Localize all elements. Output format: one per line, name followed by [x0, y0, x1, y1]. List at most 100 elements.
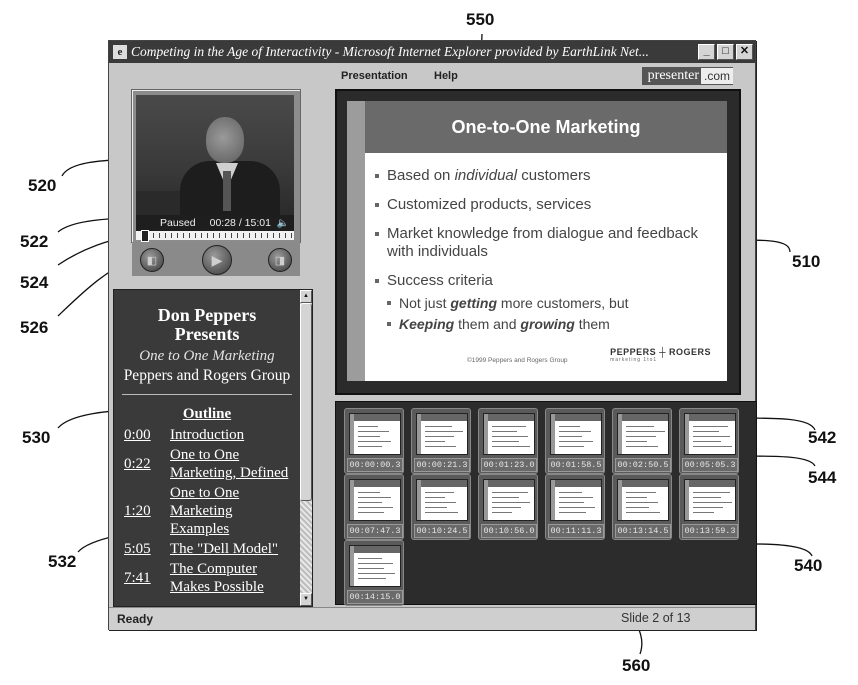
thumbnail-text-line — [559, 441, 593, 442]
thumbnail-text-line — [492, 426, 526, 427]
reference-numeral-530: 530 — [22, 428, 51, 447]
thumbnail-sidebar — [685, 414, 689, 454]
thumbnail-timecode: 00:11:11.3 — [548, 524, 604, 538]
outline-item-time[interactable]: 0:22 — [114, 455, 168, 473]
thumbnail-image — [550, 413, 602, 455]
thumbnail-image — [349, 545, 401, 587]
slide-thumbnail[interactable]: 00:05:05.3 — [679, 408, 739, 474]
ie-icon: e — [113, 45, 127, 59]
slide-thumbnail[interactable]: 00:02:50.5 — [612, 408, 672, 474]
slide-sub-bullet: Not just getting more customers, but — [375, 294, 715, 312]
thumbnail-image — [684, 479, 736, 521]
outline-item-title[interactable]: Introduction — [168, 426, 300, 444]
divider — [122, 394, 292, 395]
thumbnail-text-line — [626, 512, 660, 513]
reference-numeral-522: 522 — [20, 232, 49, 251]
previous-slide-button[interactable]: ◧ — [140, 248, 164, 272]
previous-icon: ◧ — [146, 254, 158, 267]
menu-presentation[interactable]: Presentation — [341, 70, 408, 82]
title-bar[interactable]: e Competing in the Age of Interactivity … — [109, 41, 755, 63]
slide-thumbnail[interactable]: 00:13:59.3 — [679, 474, 739, 540]
slide-thumbnails-panel: 00:00:00.3 00:00:21.3 00:01:23.0 00:01:58.5… — [335, 401, 757, 606]
thumbnail-text-line — [626, 507, 649, 508]
thumbnail-text-line — [559, 431, 591, 432]
playback-time: 00:28 / 15:01 — [209, 217, 271, 229]
thumbnail-header — [350, 480, 400, 487]
thumbnail-text-line — [559, 512, 586, 513]
thumbnail-text-line — [626, 426, 654, 427]
outline-scrollbar[interactable]: ▲ ▼ — [300, 290, 312, 606]
slide-thumbnail[interactable]: 00:14:15.0 — [344, 540, 404, 606]
slide-thumbnail[interactable]: 00:07:47.3 — [344, 474, 404, 540]
outline-item-title[interactable]: One to One Marketing Examples — [168, 484, 300, 538]
thumbnail-image — [349, 413, 401, 455]
outline-item-time[interactable]: 5:05 — [114, 540, 168, 558]
close-button[interactable]: ✕ — [736, 44, 753, 60]
outline-item-title[interactable]: The "Dell Model" — [168, 540, 300, 558]
slide-thumbnail[interactable]: 00:10:56.0 — [478, 474, 538, 540]
play-icon: ▶ — [211, 251, 223, 268]
thumbnail-text-line — [693, 492, 730, 493]
slide-indicator: Slide 2 of 13 — [621, 611, 691, 625]
thumbnail-timecode: 00:00:21.3 — [414, 458, 470, 472]
outline-item[interactable]: 5:05 The "Dell Model" — [114, 539, 300, 559]
slide-thumbnail[interactable]: 00:11:11.3 — [545, 474, 605, 540]
presenter-logo[interactable]: presenter .com — [641, 67, 733, 85]
reference-numeral-510: 510 — [792, 252, 821, 271]
slide-thumbnail[interactable]: 00:00:21.3 — [411, 408, 471, 474]
thumbnail-text-line — [559, 502, 584, 503]
outline-item-time[interactable]: 7:41 — [114, 569, 168, 587]
thumbnail-header — [685, 414, 735, 421]
next-slide-button[interactable]: ◨ — [268, 248, 292, 272]
thumbnail-text-line — [693, 441, 721, 442]
slide-thumbnail[interactable]: 00:00:00.3 — [344, 408, 404, 474]
reference-numeral-560: 560 — [622, 656, 651, 675]
thumbnail-text-line — [693, 497, 721, 498]
thumbnail-text-line — [626, 502, 658, 503]
status-ready: Ready — [117, 612, 154, 626]
outline-item-title[interactable]: The Computer Makes Possible — [168, 560, 300, 596]
thumbnail-image — [416, 479, 468, 521]
thumbnail-text-line — [358, 492, 380, 493]
slide-bullet: Based on individual customers — [375, 167, 715, 185]
thumbnail-text-line — [492, 441, 519, 442]
thumbnail-image — [483, 479, 535, 521]
thumbnail-image — [684, 413, 736, 455]
thumbnail-text-line — [492, 492, 528, 493]
outline-item-title[interactable]: One to One Marketing, Defined — [168, 446, 300, 482]
thumbnail-text-line — [693, 436, 730, 437]
thumbnail-timecode: 00:01:23.0 — [481, 458, 537, 472]
scroll-up-arrow-icon[interactable]: ▲ — [300, 290, 312, 303]
video-frame[interactable] — [136, 95, 294, 215]
status-bar: Ready Slide 2 of 13 — [109, 607, 755, 630]
seek-thumb[interactable] — [141, 230, 149, 242]
scroll-down-arrow-icon[interactable]: ▼ — [300, 593, 312, 606]
reference-numeral-542: 542 — [808, 428, 837, 447]
thumbnail-sidebar — [685, 480, 689, 520]
reference-numeral-550: 550 — [466, 10, 495, 29]
slide-thumbnail[interactable]: 00:01:58.5 — [545, 408, 605, 474]
slide-thumbnail[interactable]: 00:01:23.0 — [478, 408, 538, 474]
thumbnail-header — [417, 414, 467, 421]
thumbnail-text-line — [559, 436, 582, 437]
minimize-button[interactable]: _ — [698, 44, 715, 60]
outline-item-time[interactable]: 0:00 — [114, 426, 168, 444]
outline-item-time[interactable]: 1:20 — [114, 502, 168, 520]
maximize-button[interactable]: □ — [717, 44, 734, 60]
play-button[interactable]: ▶ — [202, 245, 232, 275]
volume-icon[interactable]: 🔈 — [277, 218, 289, 229]
thumbnail-text-line — [559, 446, 584, 447]
outline-item[interactable]: 7:41 The Computer Makes Possible — [114, 559, 300, 597]
thumbnail-text-line — [358, 507, 393, 508]
thumbnail-text-line — [358, 558, 382, 559]
scroll-thumb[interactable] — [300, 303, 312, 501]
outline-item[interactable]: 0:00 Introduction — [114, 425, 300, 445]
slide-thumbnail[interactable]: 00:10:24.5 — [411, 474, 471, 540]
menu-help[interactable]: Help — [434, 70, 458, 82]
thumbnail-text-line — [425, 441, 445, 442]
reference-numeral-544: 544 — [808, 468, 837, 487]
outline-item[interactable]: 0:22 One to One Marketing, Defined — [114, 445, 300, 483]
slide-thumbnail[interactable]: 00:13:14.5 — [612, 474, 672, 540]
outline-item[interactable]: 1:20 One to One Marketing Examples — [114, 483, 300, 539]
seek-bar[interactable] — [136, 230, 294, 242]
